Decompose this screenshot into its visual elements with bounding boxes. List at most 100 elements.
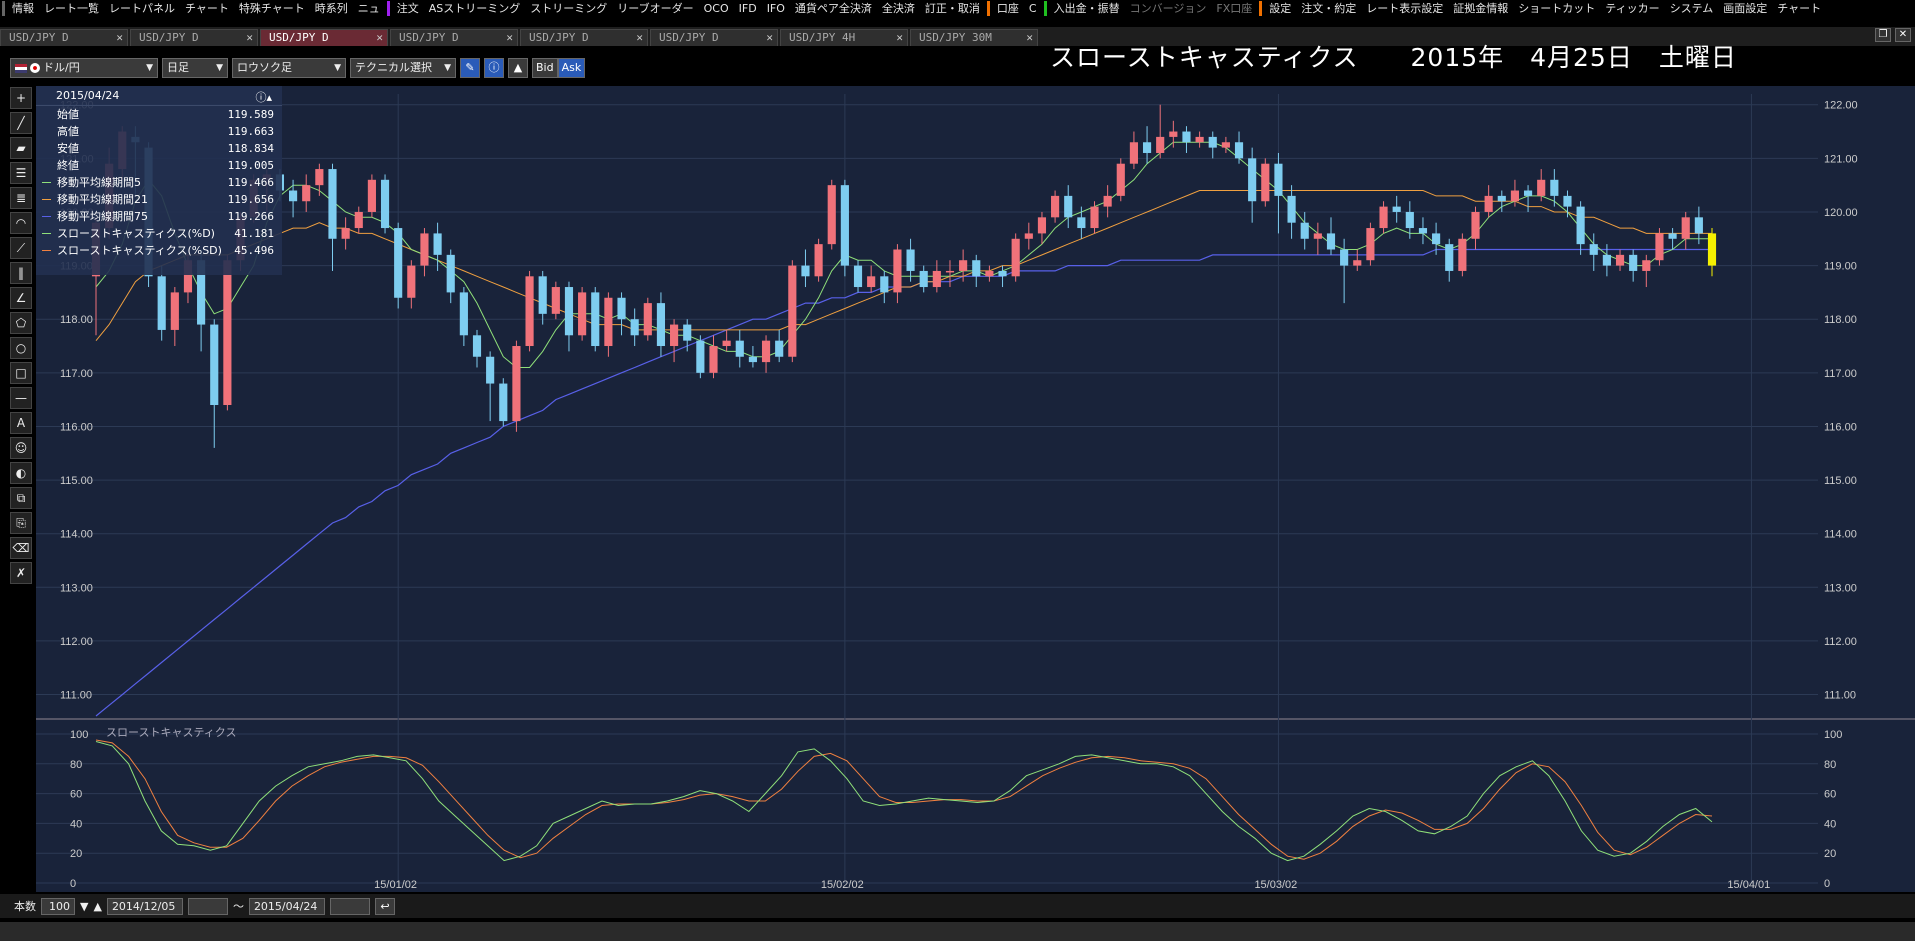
menu-item[interactable]: ASストリーミング [424,0,526,17]
menu-item[interactable]: レート一覧 [39,0,104,17]
menu-item[interactable]: IFD [734,0,762,17]
menu-item[interactable]: ニュ [353,0,385,17]
chart-tab[interactable]: USD/JPY 4H ✕ [780,29,908,46]
text-icon[interactable]: A [10,412,32,434]
chart-tab[interactable]: USD/JPY D ✕ [650,29,778,46]
fan-icon[interactable]: ⟋ [10,237,32,259]
candle-body [1602,254,1611,266]
vertical-lines-icon[interactable]: ‖ [10,262,32,284]
close-tab-icon[interactable]: ✕ [1026,30,1033,45]
fibonacci-icon[interactable]: ≣ [10,187,32,209]
candle-body [1445,244,1454,271]
price-chart[interactable]: 122.00122.00121.00121.00120.00120.00119.… [36,86,1915,892]
menu-separator [1043,1,1047,16]
restore-window-icon[interactable]: ❐ [1875,28,1891,42]
menu-item[interactable]: 訂正・取消 [920,0,985,17]
candle-body [985,270,994,277]
count-input[interactable]: 100 [41,897,75,915]
info-value: 119.005 [227,159,274,172]
chart-icon[interactable]: ▲ [508,58,528,78]
close-tab-icon[interactable]: ✕ [506,30,513,45]
menu-item[interactable]: ストリーミング [525,0,612,17]
info-date: 2015/04/24 ⓘ▴ [36,86,282,106]
chart-tab[interactable]: USD/JPY D ✕ [0,29,128,46]
rectangle-icon[interactable]: □ [10,362,32,384]
ohlc-info-panel: 2015/04/24 ⓘ▴ 始値 119.589 高値 119.663 安値 118.834… [36,86,282,275]
close-window-icon[interactable]: ✕ [1895,28,1911,42]
candle-body [1589,244,1598,255]
menu-item[interactable]: レートパネル [104,0,180,17]
trendline-icon[interactable]: ╱ [10,112,32,134]
menu-item[interactable]: 口座 [992,0,1024,17]
menu-item[interactable]: レート表示設定 [1361,0,1448,17]
menu-item[interactable]: 注文 [392,0,424,17]
close-tab-icon[interactable]: ✕ [636,30,643,45]
menu-item[interactable]: OCO [699,0,734,17]
info-toggle-icon[interactable]: ⓘ▴ [255,88,272,108]
stamp-icon[interactable]: ☺ [10,437,32,459]
timeframe-select[interactable]: 日足 ▼ [162,58,228,78]
menu-item[interactable]: 特殊チャート [234,0,310,17]
chart-tab[interactable]: USD/JPY D ✕ [390,29,518,46]
info-icon[interactable]: ⓘ [484,58,504,78]
end-date-input[interactable]: 2015/04/24 [248,897,325,915]
close-tab-icon[interactable]: ✕ [376,30,383,45]
candle-body [1707,233,1717,266]
start-date-input[interactable]: 2014/12/05 [106,897,183,915]
currency-pair-select[interactable]: ドル/円 ▼ [10,58,158,78]
chart-area[interactable]: 122.00122.00121.00121.00120.00120.00119.… [36,86,1915,892]
chart-tab[interactable]: USD/JPY D ✕ [130,29,258,46]
close-tab-icon[interactable]: ✕ [766,30,773,45]
apply-range-icon[interactable]: ↩ [374,897,395,915]
pentagon-icon[interactable]: ⬠ [10,312,32,334]
angle-icon[interactable]: ∠ [10,287,32,309]
close-tab-icon[interactable]: ✕ [246,30,253,45]
eraser-icon[interactable]: ⌫ [10,537,32,559]
menu-item[interactable]: コンバージョン [1125,0,1212,17]
chevron-down-icon: ▼ [334,63,341,73]
menu-item[interactable]: リーブオーダー [612,0,698,17]
chart-tab[interactable]: USD/JPY 30M ✕ [910,29,1038,46]
menu-item[interactable]: FX口座 [1211,0,1257,17]
candle-body [1195,136,1204,143]
menu-item[interactable]: 情報 [7,0,39,17]
close-tab-icon[interactable]: ✕ [116,30,123,45]
chart-tab[interactable]: USD/JPY D ✕ [260,29,388,46]
copy-icon[interactable]: ⧉ [10,487,32,509]
menu-item[interactable]: ティッカー [1600,0,1664,17]
horizontal-lines-icon[interactable]: ☰ [10,162,32,184]
arc-icon[interactable]: ◠ [10,212,32,234]
menu-item[interactable]: チャート [1772,0,1826,17]
menu-item[interactable]: 入出金・振替 [1049,0,1125,17]
chart-type-select[interactable]: ロウソク足 ▼ [232,58,346,78]
close-tab-icon[interactable]: ✕ [896,30,903,45]
menu-item[interactable]: ショートカット [1513,0,1600,17]
technical-select[interactable]: テクニカル選択 ▼ [350,58,456,78]
menu-item[interactable]: 証拠金情報 [1448,0,1513,17]
menu-item[interactable]: 注文・約定 [1296,0,1361,17]
menu-item[interactable]: IFO [762,0,790,17]
pencil-icon[interactable]: ✎ [460,58,480,78]
menu-item[interactable]: システム [1665,0,1719,17]
count-down-icon[interactable]: ▼ [80,900,88,913]
menu-item[interactable]: 全決済 [877,0,920,17]
menu-item[interactable]: チャート [180,0,234,17]
ask-button[interactable]: Ask [557,58,586,78]
start-time-input[interactable] [187,897,228,915]
menu-item[interactable]: 時系列 [310,0,353,17]
circle-icon[interactable]: ○ [10,337,32,359]
color-icon[interactable]: ◐ [10,462,32,484]
count-up-icon[interactable]: ▲ [93,900,101,913]
crosshair-icon[interactable]: + [10,87,32,109]
ruler-icon[interactable]: ▰ [10,137,32,159]
menu-item[interactable]: C [1024,0,1042,17]
menu-item[interactable]: 設定 [1264,0,1296,17]
end-time-input[interactable] [329,897,370,915]
hline-icon[interactable]: — [10,387,32,409]
paste-icon[interactable]: ⎘ [10,512,32,534]
clear-all-icon[interactable]: ✗ [10,562,32,584]
menu-item[interactable]: 画面設定 [1718,0,1772,17]
bid-button[interactable]: Bid [532,58,558,78]
menu-item[interactable]: 通貨ペア全決済 [790,0,877,17]
chart-tab[interactable]: USD/JPY D ✕ [520,29,648,46]
